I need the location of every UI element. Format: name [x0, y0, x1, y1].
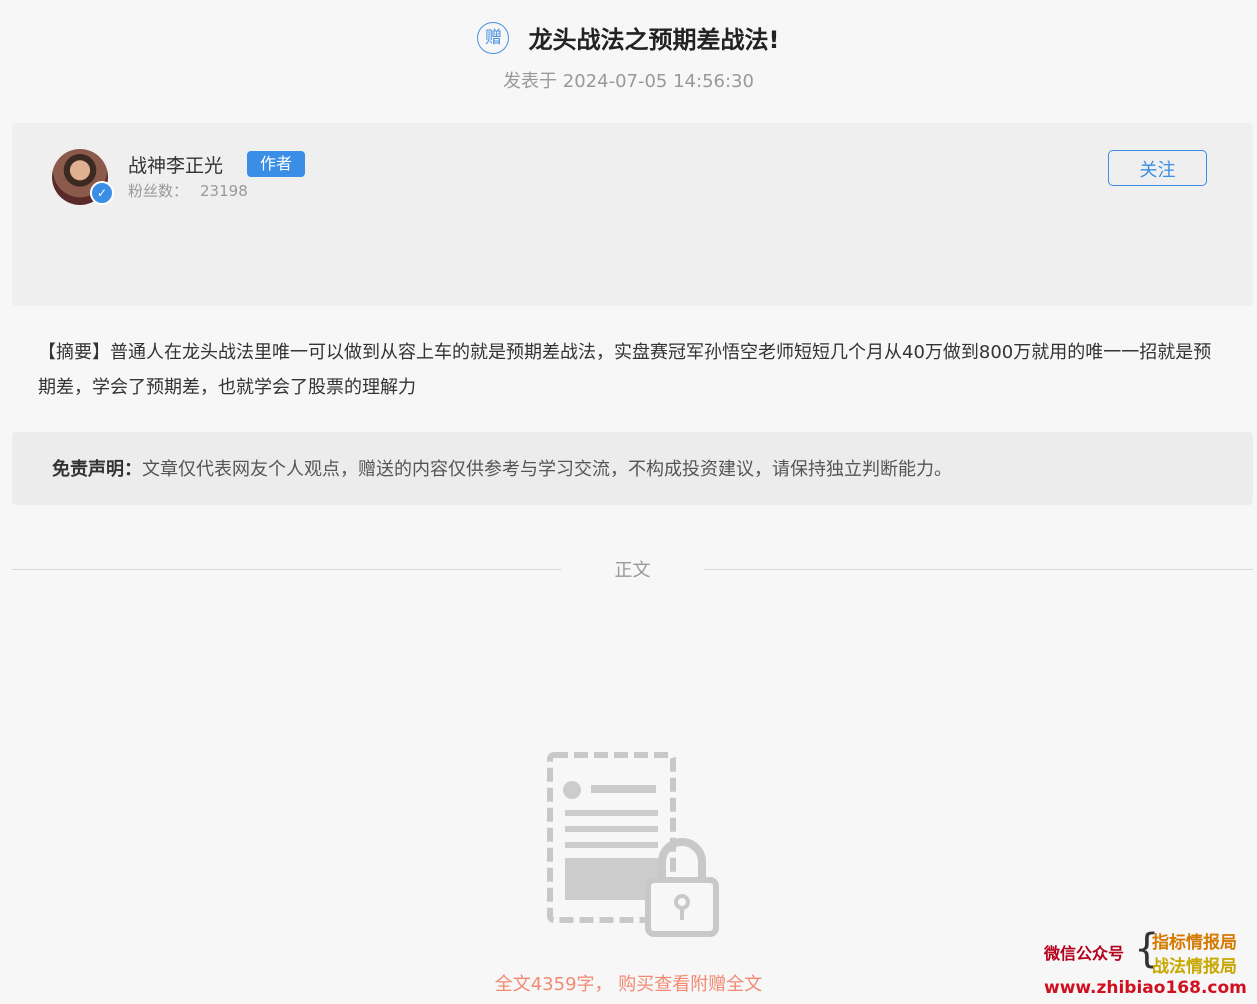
disclaimer-text: 文章仅代表网友个人观点，赠送的内容仅供参考与学习交流，不构成投资建议，请保持独立…: [142, 459, 952, 480]
watermark: 微信公众号 { 指标情报局 战法情报局 www.zhibiao168.com: [1040, 924, 1255, 1002]
watermark-name-2: 战法情报局: [1152, 957, 1237, 977]
author-name[interactable]: 战神李正光: [128, 151, 223, 178]
locked-document-icon: [547, 752, 719, 937]
author-card: ✓ 战神李正光 作者 粉丝数： 23198 关注: [12, 123, 1253, 306]
follow-button[interactable]: 关注: [1108, 150, 1207, 186]
divider-line-right: [704, 569, 1253, 570]
divider-line-left: [12, 569, 561, 570]
fans-count-row: 粉丝数： 23198: [128, 180, 248, 201]
section-divider: 正文: [12, 556, 1253, 581]
article-title: 龙头战法之预期差战法!: [528, 26, 780, 54]
section-label: 正文: [614, 560, 651, 581]
watermark-url: www.zhibiao168.com: [1044, 978, 1247, 998]
article-summary: 【摘要】普通人在龙头战法里唯一可以做到从容上车的就是预期差战法，实盘赛冠军孙悟空…: [38, 342, 1212, 398]
watermark-name-1: 指标情报局: [1152, 933, 1237, 953]
verified-icon: ✓: [90, 181, 114, 205]
disclaimer-content: 免责声明：文章仅代表网友个人观点，赠送的内容仅供参考与学习交流，不构成投资建议，…: [52, 455, 952, 481]
watermark-account-label: 微信公众号: [1044, 944, 1125, 963]
disclaimer-box: 免责声明：文章仅代表网友个人观点，赠送的内容仅供参考与学习交流，不构成投资建议，…: [12, 432, 1253, 505]
author-role-badge: 作者: [247, 151, 305, 177]
gift-badge-icon: 赠: [477, 21, 510, 54]
publish-date: 发表于 2024-07-05 14:56:30: [503, 71, 754, 92]
fans-count: 23198: [200, 182, 248, 200]
disclaimer-label: 免责声明：: [52, 459, 142, 480]
article-header: 赠 龙头战法之预期差战法!: [0, 20, 1257, 55]
fans-label: 粉丝数：: [128, 182, 189, 200]
